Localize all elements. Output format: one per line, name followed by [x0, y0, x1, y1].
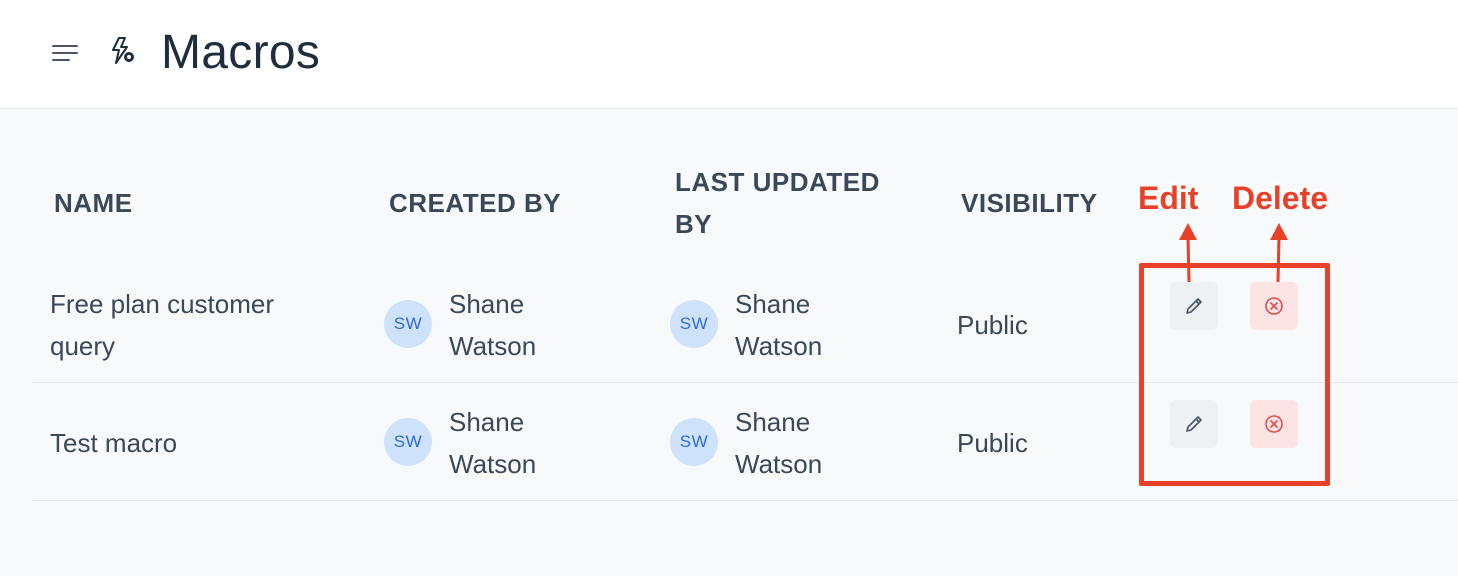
created-by-name: Shane Watson	[449, 283, 589, 367]
last-updated-by-last-name: Watson	[735, 331, 823, 361]
column-header-last-updated-by[interactable]: LAST UPDATED BY	[675, 161, 880, 245]
visibility-cell: Public	[957, 428, 1028, 458]
macro-name-cell[interactable]: Free plan customer query	[50, 283, 274, 367]
delete-arrow-icon	[1270, 223, 1288, 283]
actions-highlight-box	[1139, 263, 1330, 486]
avatar: SW	[670, 300, 718, 348]
column-header-last-updated-line1: LAST UPDATED	[675, 167, 880, 197]
last-updated-by-name: Shane Watson	[735, 283, 875, 367]
macro-name-cell[interactable]: Test macro	[50, 422, 177, 464]
page-header: Macros	[0, 0, 1458, 109]
hamburger-menu-icon[interactable]	[52, 42, 78, 64]
column-header-visibility[interactable]: VISIBILITY	[961, 182, 1097, 224]
created-by-last-name: Watson	[449, 449, 537, 479]
edit-callout-label: Edit	[1138, 180, 1199, 216]
macro-name-line1: Free plan customer	[50, 289, 274, 319]
page-title: Macros	[161, 26, 321, 79]
last-updated-by-first-name: Shane	[735, 289, 811, 319]
row-divider	[32, 500, 1458, 501]
column-header-last-updated-line2: BY	[675, 209, 713, 239]
macro-bolt-gear-icon	[112, 37, 134, 64]
created-by-last-name: Watson	[449, 331, 537, 361]
last-updated-by-last-name: Watson	[735, 449, 823, 479]
avatar: SW	[670, 418, 718, 466]
avatar: SW	[384, 418, 432, 466]
created-by-name: Shane Watson	[449, 401, 589, 485]
column-header-name[interactable]: NAME	[54, 182, 133, 224]
delete-callout-label: Delete	[1232, 180, 1329, 216]
created-by-first-name: Shane	[449, 407, 525, 437]
edit-arrow-icon	[1179, 223, 1197, 283]
visibility-cell: Public	[957, 310, 1028, 340]
column-header-created-by[interactable]: CREATED BY	[389, 182, 561, 224]
last-updated-by-first-name: Shane	[735, 407, 811, 437]
macro-name-line2: query	[50, 331, 116, 361]
created-by-first-name: Shane	[449, 289, 525, 319]
last-updated-by-name: Shane Watson	[735, 401, 875, 485]
avatar: SW	[384, 300, 432, 348]
